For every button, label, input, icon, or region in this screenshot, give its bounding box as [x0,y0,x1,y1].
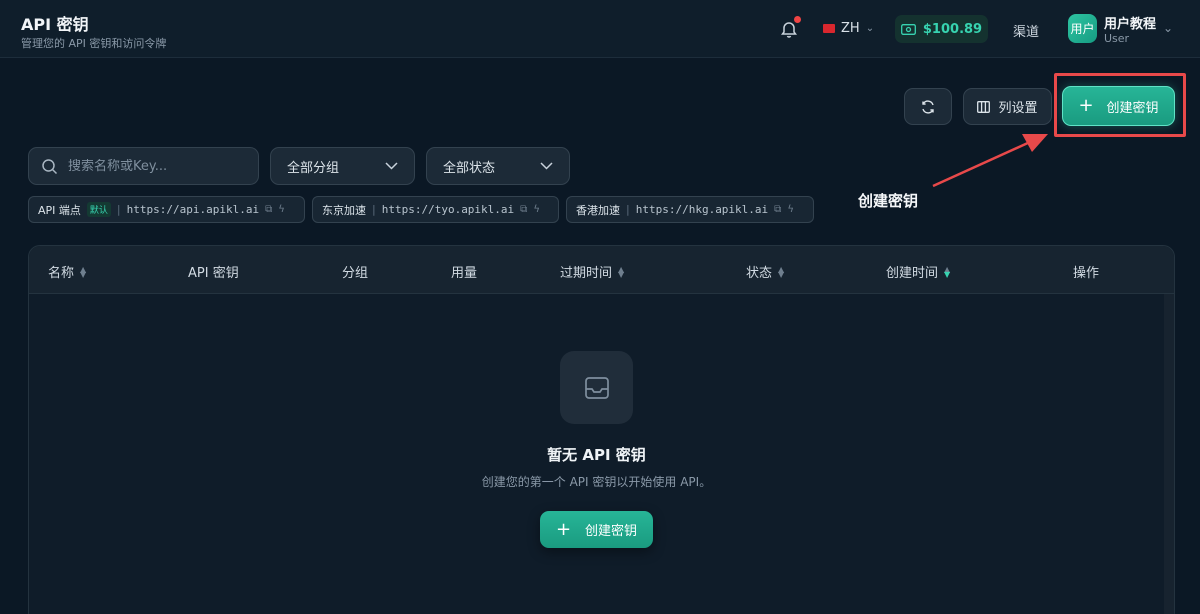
table-header: 名称 ▲ ▼ API 密钥 分组 用量 过期时间 ▲ ▼ 状态 ▲ ▼ 创建时间 ▲ ▼… [29,246,1174,294]
endpoint-url: https://tyo.apikl.ai [381,203,515,216]
chevron-down-icon [540,162,553,170]
group-select[interactable]: 全部分组 [270,147,415,185]
user-name[interactable]: 用户教程 [1104,13,1156,32]
empty-state-description: 创建您的第一个 API 密钥以开始使用 API。 [481,475,712,489]
column-label: 状态 [746,266,773,281]
language-label: ZH [841,21,860,36]
endpoint-chip-hongkong[interactable]: 香港加速 | https://hkg.apikl.ai ⧉ ϟ [566,196,814,223]
speed-test-icon[interactable]: ϟ [787,204,794,215]
copy-icon[interactable]: ⧉ [774,204,781,215]
speed-test-icon[interactable]: ϟ [278,204,285,215]
column-label: 名称 [48,266,75,281]
money-icon [900,23,916,35]
empty-state-title: 暂无 API 密钥 [547,446,646,464]
scrollbar[interactable] [1164,294,1174,614]
chevron-down-icon [385,162,398,170]
columns-icon [977,100,991,113]
column-header-name[interactable]: 名称 ▲ ▼ [48,262,86,281]
endpoint-url: https://hkg.apikl.ai [635,203,769,216]
column-settings-label: 列设置 [998,101,1038,116]
column-label: 用量 [451,266,478,281]
sort-icon[interactable]: ▲ ▼ [778,265,784,278]
column-label: 过期时间 [560,266,613,281]
language-selector[interactable]: ZH ⌄ [823,21,874,36]
search-icon [42,158,58,174]
sort-icon[interactable]: ▲ ▼ [618,265,624,278]
column-settings-button[interactable]: 列设置 [963,88,1052,125]
api-keys-table: 名称 ▲ ▼ API 密钥 分组 用量 过期时间 ▲ ▼ 状态 ▲ ▼ 创建时间 ▲ ▼… [28,245,1175,614]
separator: | [626,203,630,216]
refresh-icon [922,99,934,114]
user-role: User [1104,32,1130,45]
endpoint-url: https://api.apikl.ai [126,203,260,216]
column-header-status[interactable]: 状态 ▲ ▼ [746,262,784,281]
copy-icon[interactable]: ⧉ [520,204,527,215]
inbox-icon [560,351,633,424]
speed-test-icon[interactable]: ϟ [533,204,540,215]
endpoint-chip-tokyo[interactable]: 东京加速 | https://tyo.apikl.ai ⧉ ϟ [312,196,559,223]
column-header-api-key: API 密钥 [188,262,239,281]
annotation-highlight-box [1054,73,1186,137]
sort-icon[interactable]: ▲ ▼ [80,265,86,278]
page-title: API 密钥 [21,15,89,34]
chevron-down-icon: ⌄ [865,23,875,34]
plus-icon: + [555,518,572,540]
column-label: 分组 [342,266,369,281]
empty-create-key-label: 创建密钥 [585,524,638,539]
separator: | [116,203,121,216]
column-label: API 密钥 [188,266,239,281]
empty-create-key-button[interactable]: + 创建密钥 [540,511,653,548]
page-subtitle: 管理您的 API 密钥和访问令牌 [21,37,167,50]
annotation-label: 创建密钥 [858,192,919,210]
separator: | [372,203,376,216]
column-header-group: 分组 [342,262,368,281]
group-select-value: 全部分组 [287,160,340,176]
endpoint-name: API 端点 [38,203,81,217]
column-label: 操作 [1073,266,1100,281]
endpoint-name: 香港加速 [576,203,620,217]
user-menu-chevron-icon[interactable]: ⌄ [1163,21,1173,35]
default-badge: 默认 [86,202,111,217]
search-input[interactable] [68,158,248,174]
channel-link[interactable]: 渠道 [1013,21,1039,40]
balance-amount: $100.89 [922,21,983,37]
column-header-actions: 操作 [1073,262,1099,281]
column-header-expires[interactable]: 过期时间 ▲ ▼ [560,262,624,281]
avatar[interactable]: 用户 [1068,14,1097,43]
refresh-button[interactable] [904,88,952,125]
notification-dot [794,16,801,23]
sort-icon[interactable]: ▲ ▼ [944,265,950,278]
endpoint-name: 东京加速 [322,203,366,217]
search-box[interactable] [28,147,259,185]
status-select-value: 全部状态 [443,160,496,176]
copy-icon[interactable]: ⧉ [265,204,272,215]
balance-badge[interactable]: $100.89 [895,15,988,43]
top-header: API 密钥 管理您的 API 密钥和访问令牌 ZH ⌄ $100.89 渠道 … [0,0,1200,58]
column-header-usage: 用量 [451,262,477,281]
endpoint-chip-default[interactable]: API 端点 默认 | https://api.apikl.ai ⧉ ϟ [28,196,305,223]
column-header-created[interactable]: 创建时间 ▲ ▼ [886,262,950,281]
flag-icon [823,24,835,33]
status-select[interactable]: 全部状态 [426,147,570,185]
column-label: 创建时间 [886,266,939,281]
